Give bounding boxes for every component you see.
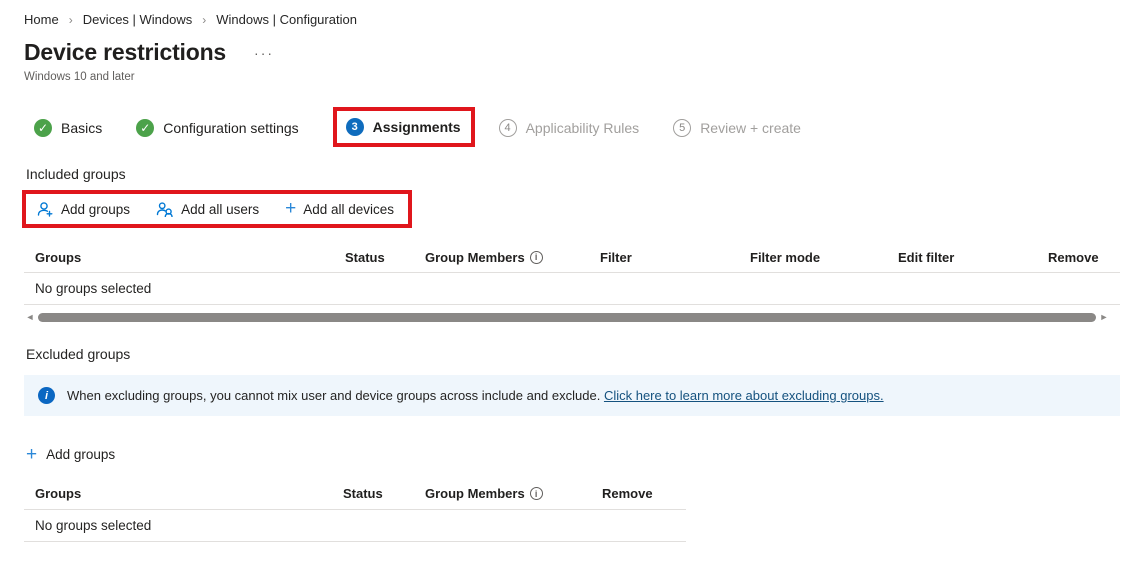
step-number-circle: 3	[345, 118, 364, 136]
column-filter-mode: Filter mode	[750, 249, 821, 265]
column-edit-filter: Edit filter	[898, 249, 955, 265]
column-status: Status	[343, 486, 383, 501]
column-groups: Groups	[35, 249, 82, 265]
step-applicability-rules[interactable]: 4 Applicability Rules	[498, 119, 640, 137]
step-number-circle: 4	[498, 119, 517, 137]
excluding-groups-learn-more-link[interactable]: Click here to learn more about excluding…	[604, 388, 884, 403]
divider	[24, 304, 1120, 305]
scroll-right-arrow-icon[interactable]: ►	[1098, 312, 1110, 322]
info-icon: i	[38, 387, 55, 404]
annotation-red-box-assignments: 3 Assignments	[332, 107, 475, 147]
horizontal-scrollbar[interactable]: ◄ ►	[6, 312, 1110, 322]
add-groups-button[interactable]: Add groups	[36, 201, 130, 217]
info-banner: i When excluding groups, you cannot mix …	[24, 375, 1120, 416]
step-basics[interactable]: ✓ Basics	[34, 119, 102, 137]
step-label: Configuration settings	[163, 120, 299, 136]
excluded-groups-label: Excluded groups	[26, 346, 131, 362]
info-icon[interactable]: i	[529, 250, 543, 264]
column-group-members: Group Members i	[414, 486, 591, 501]
step-review-create[interactable]: 5 Review + create	[673, 119, 801, 137]
empty-state-row: No groups selected	[24, 273, 1120, 304]
add-groups-label: Add groups	[46, 447, 116, 462]
step-label: Assignments	[372, 119, 461, 135]
breadcrumb-windows-configuration[interactable]: Windows | Configuration	[216, 12, 357, 27]
column-remove: Remove	[602, 486, 653, 501]
info-icon[interactable]: i	[529, 487, 543, 500]
breadcrumb-separator: ›	[202, 12, 207, 27]
column-groups: Groups	[35, 486, 82, 501]
add-all-users-label: Add all users	[181, 201, 260, 217]
wizard-steps: ✓ Basics ✓ Configuration settings 3 Assi…	[34, 107, 1143, 147]
plus-icon: +	[26, 443, 38, 465]
annotation-red-box-toolbar: Add groups Add all users + Add all devic…	[22, 190, 413, 228]
more-options-ellipsis-icon[interactable]: ···	[254, 45, 274, 61]
assignments-page: Home › Devices | Windows › Windows | Con…	[0, 0, 1143, 542]
divider	[24, 540, 686, 542]
plus-icon: +	[285, 198, 297, 219]
empty-state-text: No groups selected	[35, 281, 152, 296]
check-circle-icon: ✓	[136, 119, 155, 137]
info-banner-text: When excluding groups, you cannot mix us…	[67, 388, 884, 403]
scrollbar-track[interactable]	[38, 312, 1096, 322]
scroll-left-arrow-icon[interactable]: ◄	[24, 312, 36, 322]
included-groups-label: Included groups	[26, 166, 126, 182]
step-number-circle: 5	[673, 119, 692, 137]
column-filter: Filter	[600, 249, 632, 265]
page-title: Device restrictions	[24, 39, 227, 65]
add-all-devices-label: Add all devices	[303, 201, 395, 217]
breadcrumb-separator: ›	[68, 12, 73, 27]
step-assignments[interactable]: 3 Assignments	[345, 118, 461, 136]
check-circle-icon: ✓	[34, 119, 52, 137]
breadcrumb: Home › Devices | Windows › Windows | Con…	[24, 12, 1143, 27]
table-header-row: Groups Status Group Members i Filter Fil…	[24, 242, 1120, 272]
add-groups-label: Add groups	[61, 201, 131, 217]
empty-state-row: No groups selected	[24, 510, 686, 541]
column-status: Status	[345, 249, 385, 265]
excluded-groups-table: Groups Status Group Members i Remove No …	[24, 479, 686, 542]
step-configuration-settings[interactable]: ✓ Configuration settings	[136, 119, 299, 137]
people-icon	[156, 201, 174, 217]
step-label: Basics	[61, 120, 103, 136]
step-label: Applicability Rules	[525, 120, 640, 136]
breadcrumb-devices-windows[interactable]: Devices | Windows	[83, 12, 193, 27]
excluded-add-groups-button[interactable]: + Add groups	[26, 443, 116, 465]
breadcrumb-home[interactable]: Home	[24, 12, 59, 27]
scrollbar-thumb[interactable]	[38, 312, 1096, 322]
column-remove: Remove	[1048, 249, 1099, 265]
add-all-users-button[interactable]: Add all users	[156, 201, 259, 217]
title-row: Device restrictions ···	[24, 39, 1143, 66]
empty-state-text: No groups selected	[35, 517, 152, 533]
included-groups-table: Groups Status Group Members i Filter Fil…	[24, 242, 1120, 305]
person-add-icon	[36, 201, 54, 217]
page-subtitle: Windows 10 and later	[24, 71, 135, 83]
table-header-row: Groups Status Group Members i Remove	[24, 479, 686, 509]
column-group-members: Group Members i	[414, 250, 589, 265]
step-label: Review + create	[700, 120, 801, 136]
add-all-devices-button[interactable]: + Add all devices	[285, 198, 395, 219]
